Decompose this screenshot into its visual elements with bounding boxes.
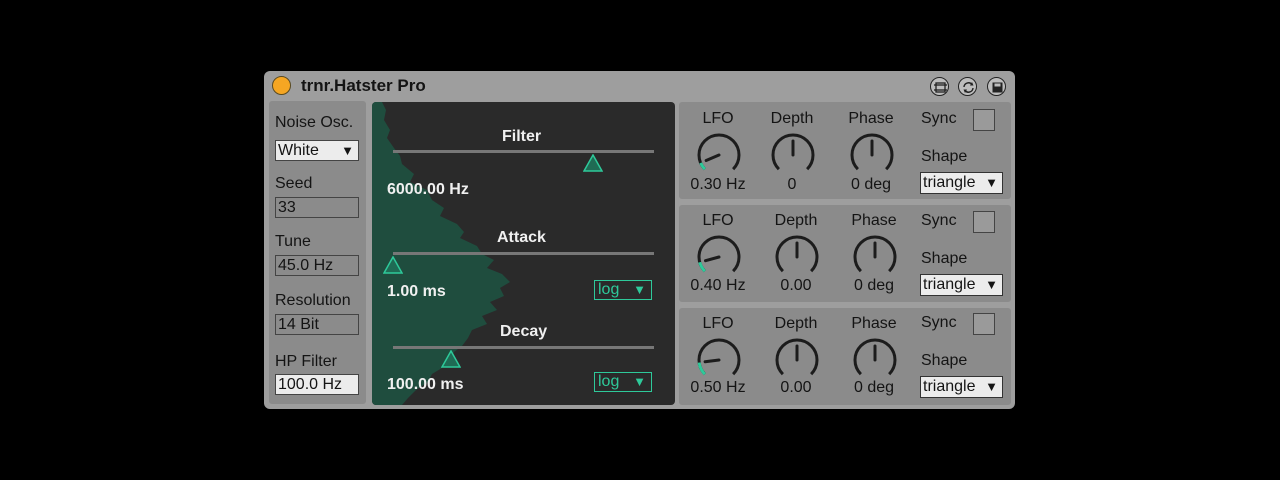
lfo-rate-label: LFO xyxy=(702,212,734,229)
depth-value: 0.00 xyxy=(780,379,812,396)
title-bar: trnr.Hatster Pro xyxy=(264,71,1015,101)
shape-dropdown[interactable]: triangle ▼ xyxy=(920,172,1003,194)
attack-value: 1.00 ms xyxy=(387,283,446,300)
chevron-down-icon: ▼ xyxy=(985,277,998,292)
phase-value: 0 deg xyxy=(850,176,892,193)
sync-toggle[interactable] xyxy=(973,211,995,233)
grip-icon[interactable] xyxy=(930,77,949,96)
shape-label: Shape xyxy=(921,352,968,369)
noise-osc-label: Noise Osc. xyxy=(275,114,354,131)
depth-value: 0.00 xyxy=(780,277,812,294)
lfo-rate-knob[interactable] xyxy=(694,232,744,282)
attack-label: Attack xyxy=(497,229,546,246)
hp-filter-field[interactable]: 100.0 Hz xyxy=(275,374,359,395)
depth-label: Depth xyxy=(774,315,818,332)
phase-label: Phase xyxy=(848,110,894,127)
attack-slider-track[interactable] xyxy=(393,252,654,255)
decay-slider-thumb[interactable] xyxy=(441,350,461,368)
decay-mode-value: log xyxy=(598,373,620,390)
hot-swap-icon[interactable] xyxy=(958,77,977,96)
shape-label: Shape xyxy=(921,250,968,267)
lfo-rate-knob[interactable] xyxy=(694,130,744,180)
phase-value: 0 deg xyxy=(853,379,895,396)
hp-filter-label: HP Filter xyxy=(275,353,337,370)
resolution-field[interactable]: 14 Bit xyxy=(275,314,359,335)
shape-value: triangle xyxy=(923,276,976,293)
chevron-down-icon: ▼ xyxy=(985,379,998,394)
filter-label: Filter xyxy=(502,128,542,145)
tune-field[interactable]: 45.0 Hz xyxy=(275,255,359,276)
shape-label: Shape xyxy=(921,148,968,165)
chevron-down-icon: ▼ xyxy=(341,143,354,158)
lfo-panel-1: LFO 0.30 Hz Depth 0 Phase 0 deg Sync Sha… xyxy=(679,102,1011,199)
attack-slider-thumb[interactable] xyxy=(383,256,403,274)
filter-slider-thumb[interactable] xyxy=(583,154,603,172)
shape-value: triangle xyxy=(923,378,976,395)
depth-knob[interactable] xyxy=(772,232,822,282)
lfo-rate-label: LFO xyxy=(702,315,734,332)
sync-toggle[interactable] xyxy=(973,109,995,131)
resolution-label: Resolution xyxy=(275,292,351,309)
power-button[interactable] xyxy=(272,76,291,95)
depth-knob[interactable] xyxy=(768,130,818,180)
attack-mode-value: log xyxy=(598,281,620,298)
phase-knob[interactable] xyxy=(850,232,900,282)
tune-label: Tune xyxy=(275,233,311,250)
filter-slider-track[interactable] xyxy=(393,150,654,153)
sync-toggle[interactable] xyxy=(973,313,995,335)
shape-dropdown[interactable]: triangle ▼ xyxy=(920,274,1003,296)
depth-label: Depth xyxy=(770,110,814,127)
lfo-rate-value: 0.30 Hz xyxy=(690,176,746,193)
decay-slider-track[interactable] xyxy=(393,346,654,349)
sync-label: Sync xyxy=(921,212,957,229)
filter-value: 6000.00 Hz xyxy=(387,181,469,198)
decay-mode-dropdown[interactable]: log ▼ xyxy=(594,372,652,392)
envelope-display: Filter 6000.00 Hz Attack 1.00 ms log ▼ D… xyxy=(372,102,675,405)
shape-dropdown[interactable]: triangle ▼ xyxy=(920,376,1003,398)
lfo-rate-knob[interactable] xyxy=(694,335,744,385)
phase-value: 0 deg xyxy=(853,277,895,294)
phase-knob[interactable] xyxy=(847,130,897,180)
noise-osc-value: White xyxy=(278,142,319,159)
attack-mode-dropdown[interactable]: log ▼ xyxy=(594,280,652,300)
noise-osc-dropdown[interactable]: White ▼ xyxy=(275,140,359,161)
seed-label: Seed xyxy=(275,175,313,192)
save-preset-icon[interactable] xyxy=(987,77,1006,96)
decay-value: 100.00 ms xyxy=(387,376,464,393)
device-title: trnr.Hatster Pro xyxy=(301,76,426,95)
chevron-down-icon: ▼ xyxy=(633,282,646,297)
lfo-rate-label: LFO xyxy=(702,110,734,127)
phase-label: Phase xyxy=(851,212,897,229)
chevron-down-icon: ▼ xyxy=(633,374,646,389)
chevron-down-icon: ▼ xyxy=(985,175,998,190)
depth-value: 0 xyxy=(787,176,797,193)
lfo-panel-2: LFO 0.40 Hz Depth 0.00 Phase 0 deg Sync … xyxy=(679,205,1011,302)
phase-knob[interactable] xyxy=(850,335,900,385)
device-panel: trnr.Hatster Pro Noise Osc. White ▼ Seed… xyxy=(264,71,1015,409)
sync-label: Sync xyxy=(921,314,957,331)
depth-label: Depth xyxy=(774,212,818,229)
lfo-panel-3: LFO 0.50 Hz Depth 0.00 Phase 0 deg Sync … xyxy=(679,308,1011,405)
lfo-rate-value: 0.50 Hz xyxy=(690,379,746,396)
noise-panel: Noise Osc. White ▼ Seed 33 Tune 45.0 Hz … xyxy=(269,101,366,404)
depth-knob[interactable] xyxy=(772,335,822,385)
shape-value: triangle xyxy=(923,174,976,191)
seed-field[interactable]: 33 xyxy=(275,197,359,218)
lfo-rate-value: 0.40 Hz xyxy=(690,277,746,294)
sync-label: Sync xyxy=(921,110,957,127)
decay-label: Decay xyxy=(500,323,548,340)
phase-label: Phase xyxy=(851,315,897,332)
